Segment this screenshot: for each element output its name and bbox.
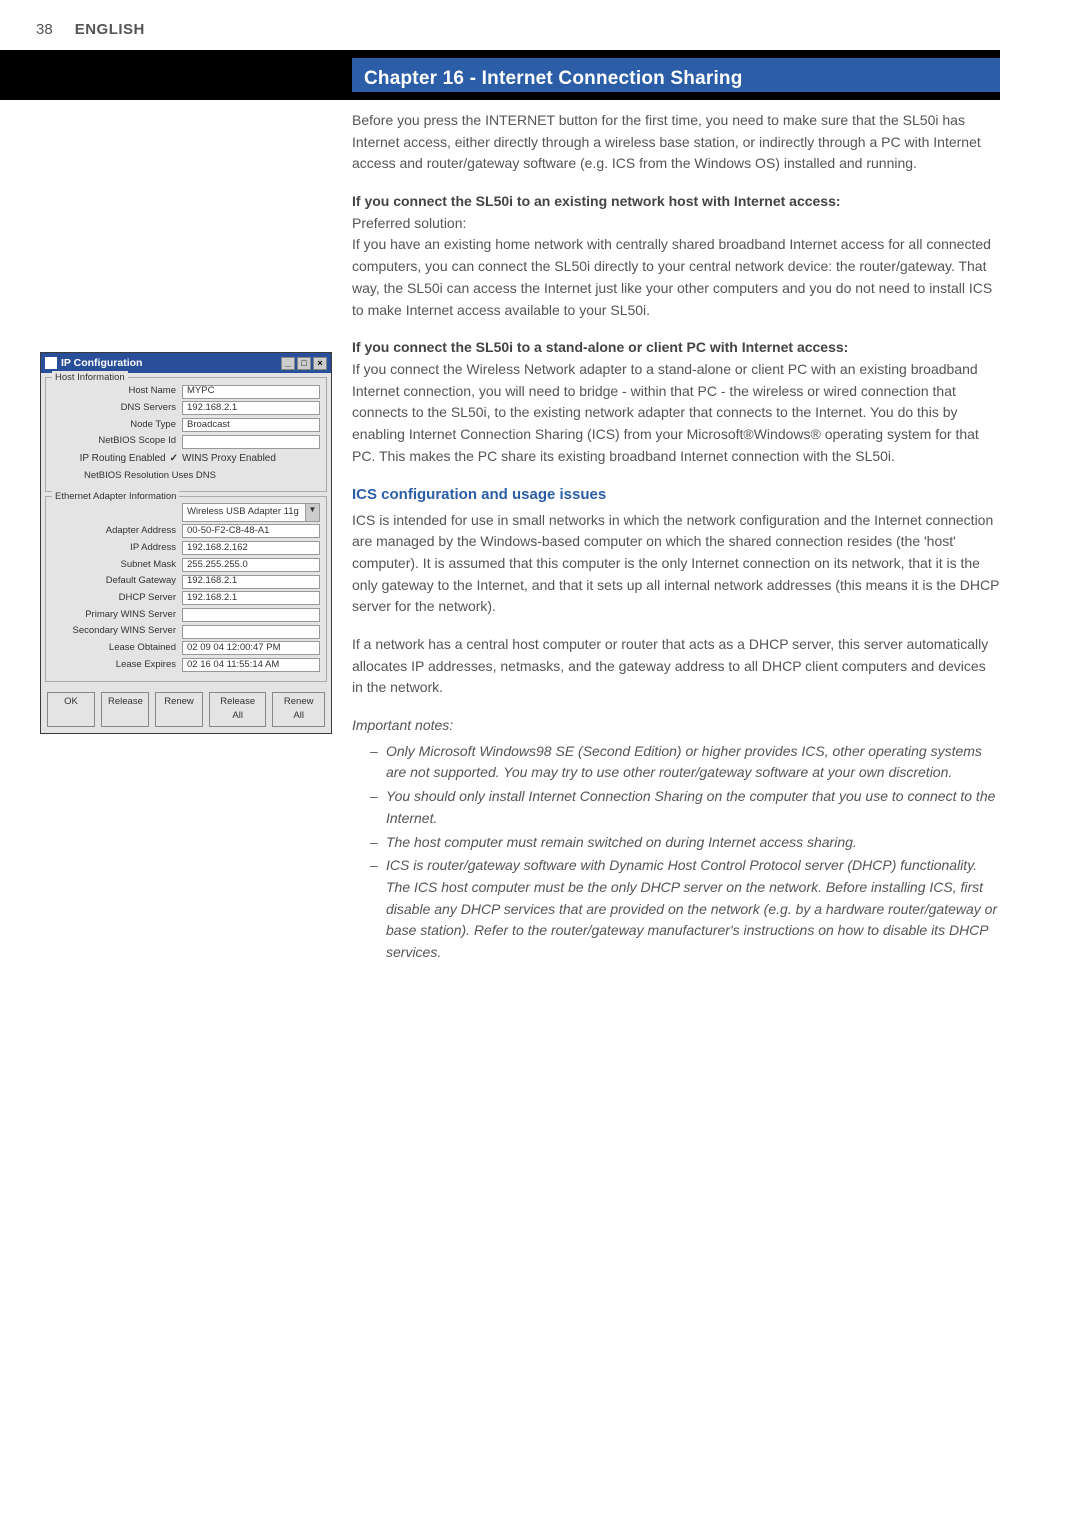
note-item: You should only install Internet Connect…	[370, 786, 1000, 829]
netbios-scope-label: NetBIOS Scope Id	[52, 434, 182, 449]
default-gateway-value: 192.168.2.1	[182, 575, 320, 589]
ip-address-value: 192.168.2.162	[182, 541, 320, 555]
close-button[interactable]: ×	[313, 357, 327, 370]
scenario-2: If you connect the SL50i to a stand-alon…	[352, 337, 1000, 467]
scenario-1-heading: If you connect the SL50i to an existing …	[352, 191, 1000, 213]
release-button[interactable]: Release	[101, 692, 149, 727]
note-item: ICS is router/gateway software with Dyna…	[370, 855, 1000, 963]
titlebar: IP Configuration _ □ ×	[41, 353, 331, 373]
app-icon	[45, 357, 57, 369]
ok-button[interactable]: OK	[47, 692, 95, 727]
page-number: 38	[36, 18, 53, 41]
subnet-mask-label: Subnet Mask	[52, 558, 182, 573]
adapter-address-value: 00-50-F2-C8-48-A1	[182, 524, 320, 538]
host-information-group: Host Information Host NameMYPC DNS Serve…	[45, 377, 327, 492]
ip-address-label: IP Address	[52, 541, 182, 556]
maximize-button[interactable]: □	[297, 357, 311, 370]
scenario-2-heading: If you connect the SL50i to a stand-alon…	[352, 337, 1000, 359]
lease-obtained-label: Lease Obtained	[52, 641, 182, 656]
ip-routing-label: IP Routing Enabled	[80, 451, 166, 467]
page-header: 38 ENGLISH	[0, 0, 1080, 51]
intro-paragraph: Before you press the INTERNET button for…	[352, 110, 1000, 175]
window-title: IP Configuration	[61, 355, 142, 371]
ip-configuration-window: IP Configuration _ □ × Host Information …	[40, 352, 332, 734]
adapter-selected: Wireless USB Adapter 11g	[183, 504, 305, 521]
dns-servers-value: 192.168.2.1	[182, 401, 320, 415]
wins-proxy-label: WINS Proxy Enabled	[182, 451, 276, 467]
important-notes-heading: Important notes:	[352, 715, 1000, 737]
node-type-label: Node Type	[52, 418, 182, 433]
secondary-wins-value	[182, 625, 320, 639]
ics-section-heading: ICS configuration and usage issues	[352, 483, 1000, 506]
ethernet-legend: Ethernet Adapter Information	[52, 490, 179, 505]
lease-expires-value: 02 16 04 11:55:14 AM	[182, 658, 320, 672]
scenario-1-body: If you have an existing home network wit…	[352, 234, 1000, 321]
checkmark-icon: ✓	[170, 451, 178, 467]
release-all-button[interactable]: Release All	[209, 692, 266, 727]
lease-expires-label: Lease Expires	[52, 658, 182, 673]
primary-wins-value	[182, 608, 320, 622]
default-gateway-label: Default Gateway	[52, 574, 182, 589]
note-item: Only Microsoft Windows98 SE (Second Edit…	[370, 741, 1000, 784]
chapter-title: Chapter 16 - Internet Connection Sharing	[352, 58, 1000, 92]
scenario-1: If you connect the SL50i to an existing …	[352, 191, 1000, 321]
host-name-value: MYPC	[182, 385, 320, 399]
ics-paragraph-1: ICS is intended for use in small network…	[352, 510, 1000, 618]
scenario-1-subheading: Preferred solution:	[352, 213, 1000, 235]
ethernet-adapter-group: Ethernet Adapter Information Wireless US…	[45, 496, 327, 681]
host-name-label: Host Name	[52, 384, 182, 399]
minimize-button[interactable]: _	[281, 357, 295, 370]
netbios-scope-value	[182, 435, 320, 449]
note-item: The host computer must remain switched o…	[370, 832, 1000, 854]
dhcp-server-value: 192.168.2.1	[182, 591, 320, 605]
scenario-2-body: If you connect the Wireless Network adap…	[352, 359, 1000, 467]
button-row: OK Release Renew Release All Renew All	[41, 686, 331, 733]
adapter-address-label: Adapter Address	[52, 524, 182, 539]
node-type-value: Broadcast	[182, 418, 320, 432]
lease-obtained-value: 02 09 04 12:00:47 PM	[182, 641, 320, 655]
important-notes-list: Only Microsoft Windows98 SE (Second Edit…	[352, 741, 1000, 964]
secondary-wins-label: Secondary WINS Server	[52, 624, 182, 639]
adapter-dropdown[interactable]: Wireless USB Adapter 11g ▼	[182, 503, 320, 522]
dhcp-server-label: DHCP Server	[52, 591, 182, 606]
dns-servers-label: DNS Servers	[52, 401, 182, 416]
renew-button[interactable]: Renew	[155, 692, 203, 727]
netbios-resolution-label: NetBIOS Resolution Uses DNS	[52, 469, 222, 484]
chevron-down-icon[interactable]: ▼	[305, 504, 319, 521]
subnet-mask-value: 255.255.255.0	[182, 558, 320, 572]
host-legend: Host Information	[52, 371, 128, 386]
ics-paragraph-2: If a network has a central host computer…	[352, 634, 1000, 699]
main-content: Before you press the INTERNET button for…	[352, 110, 1000, 966]
primary-wins-label: Primary WINS Server	[52, 608, 182, 623]
language-label: ENGLISH	[75, 18, 145, 41]
renew-all-button[interactable]: Renew All	[272, 692, 325, 727]
